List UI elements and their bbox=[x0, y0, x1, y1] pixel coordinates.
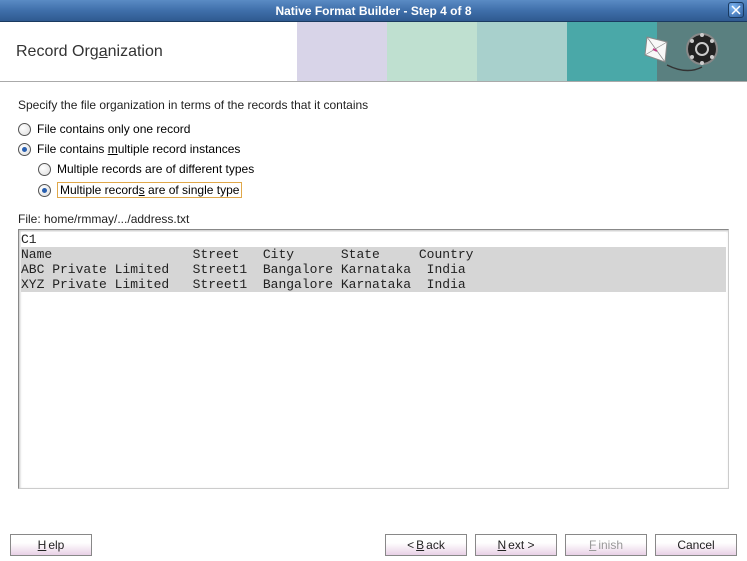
opt-single-post: are of single type bbox=[145, 183, 240, 197]
instruction-text: Specify the file organization in terms o… bbox=[18, 98, 729, 112]
opt-multi-pre: File contains bbox=[37, 142, 108, 156]
preview-grid: C1Name Street City State CountryABC Priv… bbox=[21, 232, 726, 292]
finish-button: Finish bbox=[565, 534, 647, 556]
close-button[interactable] bbox=[728, 2, 744, 18]
radio-icon bbox=[38, 163, 51, 176]
content-area: Specify the file organization in terms o… bbox=[0, 82, 747, 530]
file-path-label: File: home/rmmay/.../address.txt bbox=[18, 212, 729, 226]
banner: Record Organization bbox=[0, 22, 747, 82]
title-bar: Native Format Builder - Step 4 of 8 bbox=[0, 0, 747, 22]
page-title-post: nization bbox=[108, 43, 163, 60]
back-pre: < bbox=[407, 538, 414, 552]
radio-icon bbox=[18, 143, 31, 156]
option-different-types-label: Multiple records are of different types bbox=[57, 162, 254, 176]
option-multiple-records-label: File contains multiple record instances bbox=[37, 142, 240, 156]
next-u: N bbox=[497, 538, 506, 552]
preview-row: ABC Private Limited Street1 Bangalore Ka… bbox=[21, 262, 726, 277]
opt-single-pre: Multiple record bbox=[60, 183, 139, 197]
nav-buttons: < Back Next > Finish Cancel bbox=[385, 534, 737, 556]
finish-u: F bbox=[589, 538, 596, 552]
radio-icon bbox=[18, 123, 31, 136]
next-button[interactable]: Next > bbox=[475, 534, 557, 556]
kite-reel-icon bbox=[637, 27, 727, 77]
footer: Help < Back Next > Finish Cancel bbox=[0, 530, 747, 560]
back-button[interactable]: < Back bbox=[385, 534, 467, 556]
banner-graphic bbox=[297, 22, 747, 81]
help-u: H bbox=[38, 538, 47, 552]
page-title: Record Organization bbox=[16, 43, 163, 61]
page-title-underline: a bbox=[99, 43, 108, 60]
opt-multi-post: ultiple record instances bbox=[118, 142, 241, 156]
option-one-record-label: File contains only one record bbox=[37, 122, 190, 136]
preview-header-cell: C1 bbox=[21, 232, 726, 247]
preview-header-row: Name Street City State Country bbox=[21, 247, 726, 262]
option-multiple-records[interactable]: File contains multiple record instances bbox=[18, 142, 729, 156]
preview-row: XYZ Private Limited Street1 Bangalore Ka… bbox=[21, 277, 726, 292]
help-post: elp bbox=[48, 538, 64, 552]
opt-multi-u: m bbox=[108, 142, 118, 156]
window-title: Native Format Builder - Step 4 of 8 bbox=[275, 4, 471, 18]
page-title-pre: Record Org bbox=[16, 43, 99, 60]
back-u: B bbox=[416, 538, 424, 552]
cancel-label: Cancel bbox=[677, 538, 714, 552]
finish-post: inish bbox=[598, 538, 623, 552]
next-post: ext > bbox=[508, 538, 534, 552]
option-different-types[interactable]: Multiple records are of different types bbox=[38, 162, 729, 176]
cancel-button[interactable]: Cancel bbox=[655, 534, 737, 556]
option-single-type-label: Multiple records are of single type bbox=[57, 182, 242, 198]
radio-icon bbox=[38, 184, 51, 197]
option-single-type[interactable]: Multiple records are of single type bbox=[38, 182, 729, 198]
back-post: ack bbox=[426, 538, 445, 552]
help-button[interactable]: Help bbox=[10, 534, 92, 556]
option-one-record[interactable]: File contains only one record bbox=[18, 122, 729, 136]
close-icon bbox=[731, 5, 741, 15]
file-preview: C1Name Street City State CountryABC Priv… bbox=[18, 229, 729, 489]
